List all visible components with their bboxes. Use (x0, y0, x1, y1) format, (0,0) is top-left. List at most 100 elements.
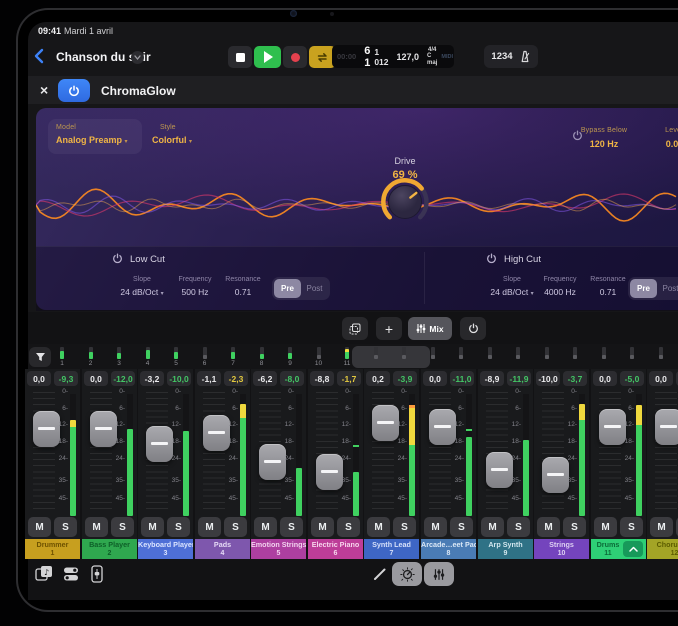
channel-name: Electric Piano (308, 539, 363, 550)
channel-name: Drums (591, 539, 625, 550)
channel-name: Pads (195, 539, 250, 550)
channel-number: 1 (25, 550, 80, 558)
meter-scale-label: 45- (335, 495, 351, 502)
volume-value[interactable]: -1,1 (197, 371, 221, 386)
meter-scale-label: 0- (109, 388, 125, 395)
mute-button[interactable]: M (367, 517, 390, 537)
solo-button[interactable]: S (337, 517, 360, 537)
mute-button[interactable]: M (311, 517, 334, 537)
mixer-view-button[interactable] (424, 562, 454, 586)
channel-label[interactable]: Drummer1 (25, 539, 80, 559)
loop-browser-button[interactable]: ♪ (34, 564, 54, 584)
channel-strip: 0,2-3,90-6-12-18-24-35-45-MSSynth Lead7 (364, 369, 419, 559)
solo-button[interactable]: S (167, 517, 190, 537)
volume-value[interactable]: -8,9 (480, 371, 504, 386)
mute-button[interactable]: M (594, 517, 617, 537)
solo-button[interactable]: S (393, 517, 416, 537)
fader-cap[interactable] (542, 457, 569, 493)
channel-strip: 0,0-5,00-6-12-18-24-35-45-MSDrums11 (591, 369, 646, 559)
volume-value[interactable]: 0,0 (649, 371, 673, 386)
channel-label[interactable]: Arcade…eet Pad8 (421, 539, 476, 559)
volume-value[interactable]: -8,8 (310, 371, 334, 386)
channel-label[interactable]: Electric Piano6 (308, 539, 363, 559)
fader-view-button[interactable] (90, 564, 104, 584)
peak-hold-dash (466, 429, 472, 431)
meter-scale-label: 0- (505, 388, 521, 395)
mute-button[interactable]: M (198, 517, 221, 537)
meter-scale-label: 45- (561, 495, 577, 502)
level-meter (70, 420, 76, 516)
channel-strip: -3,2-10,00-6-12-18-24-35-45-MSKeyboard P… (138, 369, 193, 559)
plugins-button[interactable] (62, 565, 80, 583)
volume-value[interactable]: -3,2 (140, 371, 164, 386)
meter-scale-label: 45- (448, 495, 464, 502)
channel-label[interactable]: Bass Player2 (82, 539, 137, 559)
solo-button[interactable]: S (450, 517, 473, 537)
stack-collapse-button[interactable] (623, 541, 643, 557)
channel-label[interactable]: Synth Lead7 (364, 539, 419, 559)
solo-button[interactable]: S (507, 517, 530, 537)
meter-scale-label: 24- (52, 455, 68, 462)
screenshot-root: 09:41 Mardi 1 avril Chanson du soir 00:0… (0, 0, 678, 626)
meter-scale-label: 18- (618, 438, 634, 445)
channel-label[interactable]: Keyboard Player3 (138, 539, 193, 559)
solo-button[interactable]: S (224, 517, 247, 537)
mute-button[interactable]: M (650, 517, 673, 537)
mute-button[interactable]: M (85, 517, 108, 537)
meter-clip-dot (409, 405, 415, 408)
meter-scale-label: 45- (674, 495, 678, 502)
fader-cap[interactable] (259, 444, 286, 480)
channel-strip: 0,0-6,00-6-12-18-24-35-45-MSChorus Vo12 (647, 369, 678, 559)
meter-scale-label: 18- (391, 438, 407, 445)
channel-number: 6 (308, 550, 363, 558)
mute-button[interactable]: M (424, 517, 447, 537)
edit-pencil-button[interactable] (372, 566, 388, 582)
meter-scale-label: 6- (335, 405, 351, 412)
channel-label[interactable]: Strings10 (534, 539, 589, 559)
mute-button[interactable]: M (28, 517, 51, 537)
meter-scale-label: 0- (674, 388, 678, 395)
mute-button[interactable]: M (537, 517, 560, 537)
meter-scale-label: 12- (448, 421, 464, 428)
meter-scale-label: 35- (335, 477, 351, 484)
meter-scale-label: 24- (109, 455, 125, 462)
meter-scale-label: 45- (618, 495, 634, 502)
meter-scale-label: 35- (165, 477, 181, 484)
channel-label[interactable]: Chorus Vo12 (647, 539, 678, 559)
solo-button[interactable]: S (563, 517, 586, 537)
controls-view-button[interactable] (392, 562, 422, 586)
channel-number: 3 (138, 550, 193, 558)
volume-value[interactable]: 0,0 (423, 371, 447, 386)
channel-label[interactable]: Arp Synth9 (478, 539, 533, 559)
solo-button[interactable]: S (620, 517, 643, 537)
meter-scale-label: 6- (561, 405, 577, 412)
meter-scale-label: 45- (52, 495, 68, 502)
mute-button[interactable]: M (141, 517, 164, 537)
meter-scale-label: 18- (561, 438, 577, 445)
meter-scale-label: 18- (52, 438, 68, 445)
mute-button[interactable]: M (481, 517, 504, 537)
meter-scale-label: 12- (618, 421, 634, 428)
solo-button[interactable]: S (280, 517, 303, 537)
mute-button[interactable]: M (254, 517, 277, 537)
meter-scale-label: 35- (448, 477, 464, 484)
volume-value[interactable]: -6,2 (253, 371, 277, 386)
solo-button[interactable]: S (111, 517, 134, 537)
channel-label[interactable]: Drums11 (591, 539, 646, 559)
peak-value: -3,7 (563, 371, 587, 386)
fader-cap-line (547, 473, 564, 476)
volume-value[interactable]: -10,0 (536, 371, 560, 386)
meter-scale-label: 12- (505, 421, 521, 428)
meter-scale-label: 45- (505, 495, 521, 502)
volume-value[interactable]: 0,0 (84, 371, 108, 386)
channel-label[interactable]: Emotion Strings5 (251, 539, 306, 559)
volume-value[interactable]: 0,2 (366, 371, 390, 386)
sliders-icon (433, 568, 445, 581)
solo-button[interactable]: S (54, 517, 77, 537)
channel-label[interactable]: Pads4 (195, 539, 250, 559)
meter-scale-label: 12- (391, 421, 407, 428)
volume-value[interactable]: 0,0 (593, 371, 617, 386)
volume-value[interactable]: 0,0 (27, 371, 51, 386)
meter-scale-label: 24- (222, 455, 238, 462)
peak-hold-dash (353, 445, 359, 447)
